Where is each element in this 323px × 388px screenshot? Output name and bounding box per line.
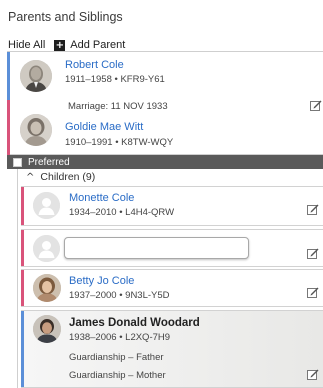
edit-child-icon[interactable]: [307, 248, 319, 259]
current-person-card: James Donald Woodard 1938–2006 • L2XQ-7H…: [21, 310, 323, 388]
child-name-link[interactable]: Monette Cole: [69, 192, 134, 204]
guardianship-father: Guardianship – Father: [69, 352, 164, 363]
default-person-icon[interactable]: [33, 235, 60, 262]
current-person-name[interactable]: James Donald Woodard: [69, 317, 200, 329]
child-name-field[interactable]: [64, 237, 249, 259]
children-count-label: Children (9): [40, 171, 96, 183]
edit-child-icon[interactable]: [307, 287, 319, 298]
mother-lifespan-id: 1910–1991 • K8TW-WQY: [65, 137, 174, 148]
father-photo[interactable]: [20, 60, 52, 92]
child-photo[interactable]: [33, 274, 61, 302]
chevron-up-icon: ^: [26, 171, 35, 183]
child-name-link[interactable]: Betty Jo Cole: [69, 275, 134, 287]
father-lifespan-id: 1911–1958 • KFR9-Y61: [65, 74, 165, 85]
mother-gender-bar: [7, 100, 10, 155]
edit-child-icon[interactable]: [307, 204, 319, 215]
father-gender-bar: [7, 52, 10, 100]
child-photo[interactable]: [33, 315, 61, 343]
children-toggle[interactable]: ^ Children (9): [26, 171, 95, 183]
child-card: Betty Jo Cole 1937–2000 • 9N3L-Y5D: [21, 269, 323, 307]
add-parent-button[interactable]: + Add Parent: [54, 39, 125, 51]
plus-icon: +: [54, 39, 66, 51]
add-parent-label: Add Parent: [70, 39, 126, 51]
child-gender-bar: [21, 311, 24, 387]
preferred-label: Preferred: [28, 156, 70, 168]
child-gender-bar: [21, 270, 24, 306]
guardianship-mother: Guardianship – Mother: [69, 370, 166, 381]
child-lifespan-id: 1934–2010 • L4H4-QRW: [69, 207, 175, 218]
child-lifespan-id: 1937–2000 • 9N3L-Y5D: [69, 290, 170, 301]
child-lifespan-id: 1938–2006 • L2XQ-7H9: [69, 332, 171, 343]
child-gender-bar: [21, 187, 24, 225]
children-section: ^ Children (9) Monette Cole 1934–2010 • …: [17, 169, 323, 388]
mother-name-link[interactable]: Goldie Mae Witt: [65, 121, 143, 133]
child-card: Monette Cole 1934–2010 • L4H4-QRW: [21, 186, 323, 226]
preferred-checkbox[interactable]: [13, 157, 22, 167]
marriage-event: Marriage: 11 NOV 1933: [68, 101, 168, 112]
father-name-link[interactable]: Robert Cole: [65, 59, 124, 71]
child-card: [21, 229, 323, 267]
section-title: Parents and Siblings: [8, 10, 123, 24]
hide-all-link[interactable]: Hide All: [8, 39, 45, 51]
parents-card: Robert Cole 1911–1958 • KFR9-Y61 Marriag…: [7, 51, 323, 155]
child-gender-bar: [21, 230, 24, 266]
mother-photo[interactable]: [20, 114, 52, 146]
edit-couple-icon[interactable]: [310, 100, 322, 111]
default-person-icon[interactable]: [33, 192, 60, 219]
preferred-bar: Preferred: [7, 155, 323, 169]
edit-relationship-icon[interactable]: [307, 369, 319, 380]
